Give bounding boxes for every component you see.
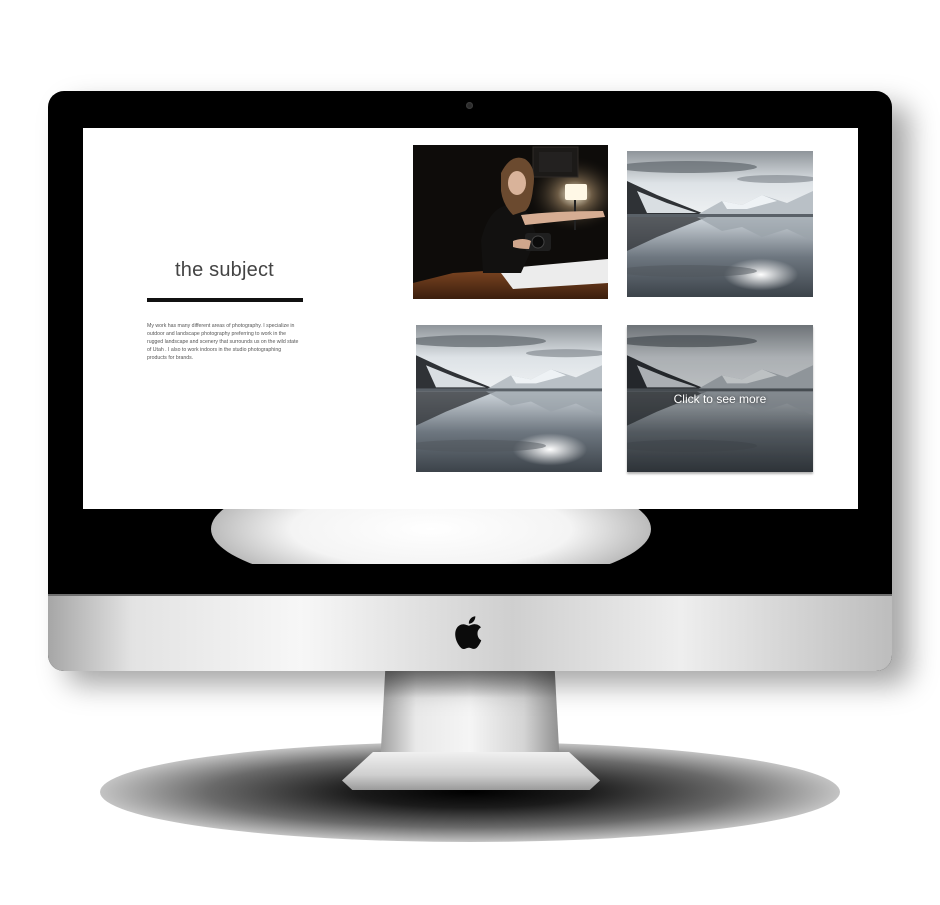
gallery-photo-photographer[interactable] [413, 145, 608, 299]
landscape-photo-image [416, 325, 602, 472]
landscape-photo-image [627, 151, 813, 297]
screen: the subject My work has many different a… [83, 128, 858, 564]
monitor-stand-base [342, 752, 600, 790]
apple-icon [455, 616, 482, 650]
camera-icon [466, 102, 473, 109]
photographer-photo-image [413, 145, 608, 299]
page-title: the subject [175, 259, 274, 281]
gallery-photo-landscape-1[interactable] [627, 151, 813, 297]
monitor: the subject My work has many different a… [48, 91, 892, 671]
monitor-chin-divider [48, 594, 892, 596]
screen-bottom-band [83, 509, 858, 564]
gallery-photo-see-more[interactable]: Click to see more [627, 325, 813, 472]
gallery-photo-landscape-2[interactable] [416, 325, 602, 472]
page-description: My work has many different areas of phot… [147, 323, 299, 361]
title-underline [147, 298, 303, 302]
screen-bottom-glow [211, 509, 651, 564]
device-mockup-stage: the subject My work has many different a… [0, 0, 940, 905]
see-more-link[interactable]: Click to see more [627, 325, 813, 472]
monitor-stand-shade [383, 668, 557, 698]
